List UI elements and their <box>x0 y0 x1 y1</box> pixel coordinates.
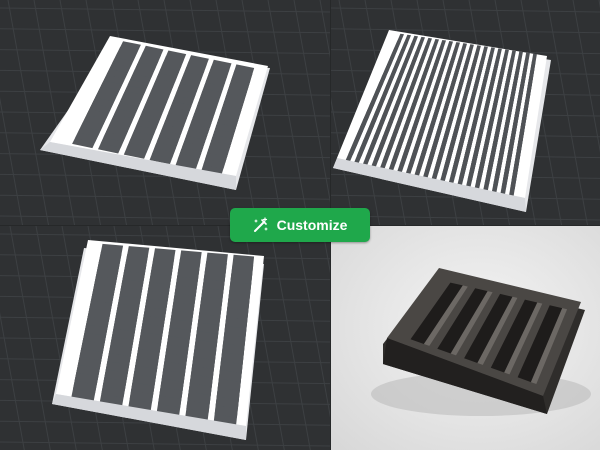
grid-line <box>269 226 311 450</box>
grid-line <box>267 0 310 226</box>
grid-line <box>331 28 600 34</box>
render-rectangular-slots-b <box>0 226 331 450</box>
grate-model <box>333 30 551 212</box>
grate-hole <box>150 248 176 276</box>
grid-line <box>293 0 331 209</box>
photo <box>331 226 600 450</box>
grate-model <box>52 240 264 440</box>
grate-model <box>40 36 270 190</box>
viewport-3d <box>331 0 600 226</box>
grid-line <box>0 97 24 226</box>
grid-line <box>572 0 600 153</box>
grid-line <box>0 194 331 200</box>
grid-line <box>295 226 331 424</box>
grate-hole <box>230 254 255 284</box>
photo-printed-grate <box>331 226 600 450</box>
customize-button-label: Customize <box>276 217 348 233</box>
grate-hole <box>177 250 202 279</box>
viewport-3d <box>0 0 331 226</box>
render-square-grid <box>331 0 600 226</box>
grate-hole <box>203 252 228 282</box>
customize-wand-icon <box>253 217 269 233</box>
render-rectangular-slots-a <box>0 0 331 226</box>
grid-line <box>0 28 331 34</box>
grid-line <box>331 7 600 13</box>
viewport-3d <box>0 226 331 450</box>
grid-line <box>331 97 355 226</box>
grid-line <box>546 0 589 226</box>
customize-button[interactable]: Customize <box>230 208 370 242</box>
